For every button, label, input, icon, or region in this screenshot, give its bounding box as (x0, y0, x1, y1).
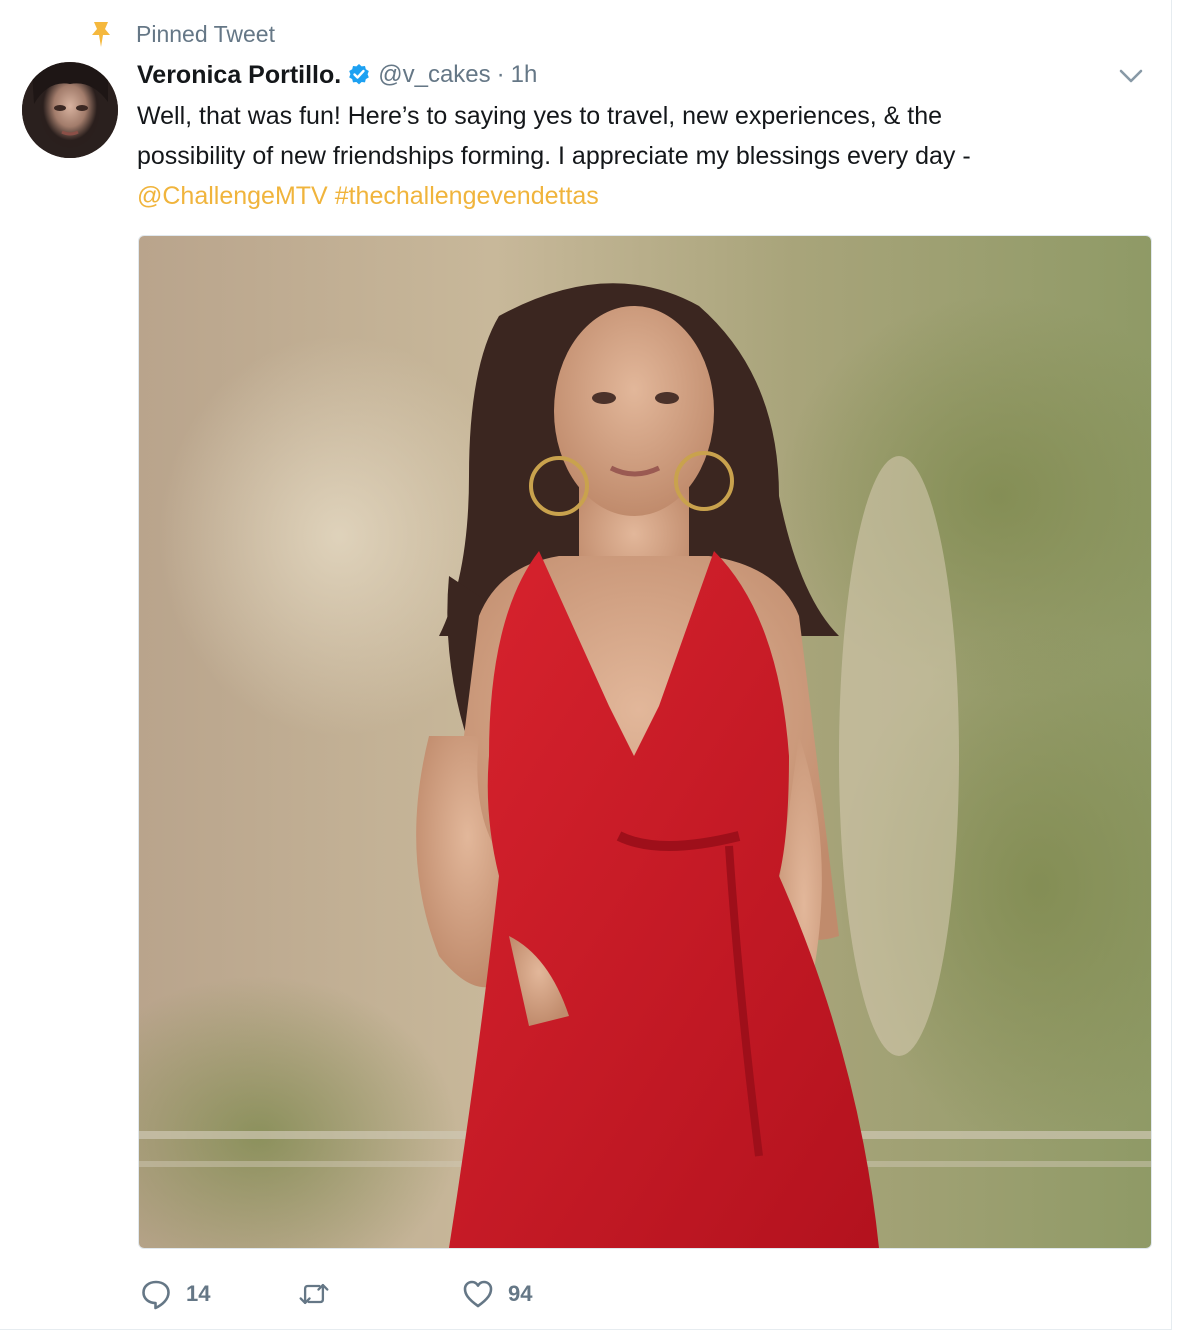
reply-count: 14 (186, 1281, 211, 1306)
handle[interactable]: @v_cakes (378, 61, 490, 89)
avatar-image (22, 62, 118, 158)
like-count: 94 (508, 1281, 533, 1306)
pinned-indicator: Pinned Tweet (88, 18, 275, 50)
tweet-card[interactable]: Pinned Tweet Veronica Portillo. @v_cakes… (0, 0, 1172, 1330)
tweet-actions: 14 94 (140, 1276, 560, 1312)
like-button[interactable]: 94 (462, 1276, 532, 1312)
verified-badge-icon (349, 64, 370, 85)
heart-icon (463, 1280, 493, 1308)
reply-button[interactable]: 14 (140, 1276, 210, 1312)
pin-icon (92, 22, 110, 47)
tweet-photo[interactable] (138, 235, 1152, 1249)
reply-icon (142, 1280, 170, 1310)
tweet-links-line: @ChallengeMTV #thechallengevendettas (137, 176, 1147, 216)
avatar[interactable] (22, 62, 118, 158)
tweet-text-line: Well, that was fun! Here’s to saying yes… (137, 102, 943, 130)
retweet-icon (299, 1283, 329, 1305)
separator-dot: · (496, 61, 505, 88)
tweet-text: Well, that was fun! Here’s to saying yes… (137, 96, 1147, 216)
timestamp[interactable]: 1h (511, 61, 538, 89)
display-name[interactable]: Veronica Portillo. (137, 61, 341, 90)
retweet-button[interactable] (298, 1276, 344, 1312)
tweet-text-line: possibility of new friendships forming. … (137, 142, 971, 170)
hashtag-link[interactable]: #thechallengevendettas (335, 182, 599, 210)
chevron-down-icon[interactable] (1116, 64, 1146, 88)
tweet-header: Veronica Portillo. @v_cakes · 1h (137, 58, 537, 92)
photo-woman-red-dress (139, 236, 1151, 1248)
mention-link[interactable]: @ChallengeMTV (137, 182, 328, 210)
pinned-label: Pinned Tweet (136, 20, 275, 47)
